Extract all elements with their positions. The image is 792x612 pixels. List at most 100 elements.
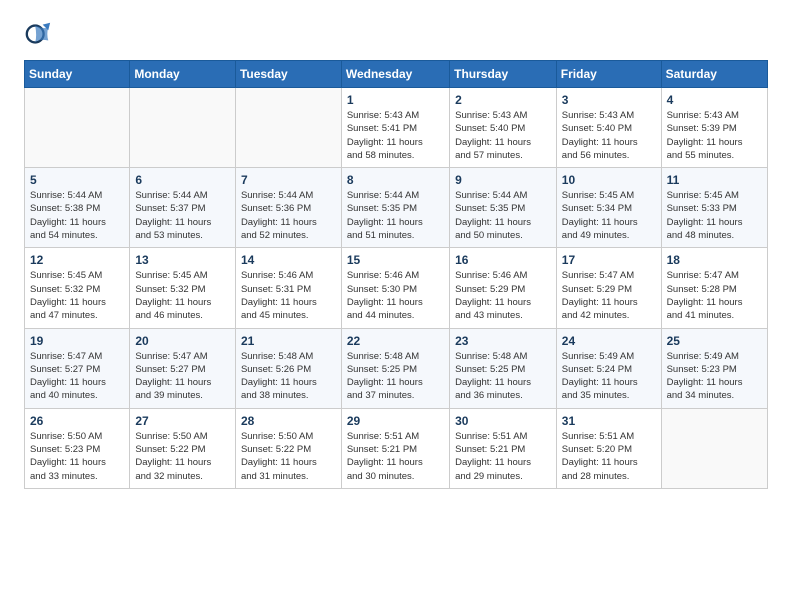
day-cell: 6 Sunrise: 5:44 AM Sunset: 5:37 PM Daylig… bbox=[130, 168, 236, 248]
day-cell: 13 Sunrise: 5:45 AM Sunset: 5:32 PM Dayli… bbox=[130, 248, 236, 328]
day-cell: 11Sunrise: 5:45 AM Sunset: 5:33 PM Dayli… bbox=[661, 168, 767, 248]
day-number: 22 bbox=[347, 334, 444, 348]
day-info: Sunrise: 5:48 AM Sunset: 5:25 PM Dayligh… bbox=[347, 350, 444, 403]
day-number: 8 bbox=[347, 173, 444, 187]
week-row-5: 26 Sunrise: 5:50 AM Sunset: 5:23 PM Dayli… bbox=[25, 408, 768, 488]
day-cell: 18 Sunrise: 5:47 AM Sunset: 5:28 PM Dayli… bbox=[661, 248, 767, 328]
day-info: Sunrise: 5:44 AM Sunset: 5:37 PM Dayligh… bbox=[135, 189, 230, 242]
day-cell: 2 Sunrise: 5:43 AM Sunset: 5:40 PM Daylig… bbox=[450, 88, 557, 168]
day-info: Sunrise: 5:50 AM Sunset: 5:23 PM Dayligh… bbox=[30, 430, 124, 483]
day-number: 2 bbox=[455, 93, 551, 107]
header-cell-tuesday: Tuesday bbox=[235, 61, 341, 88]
day-cell: 12 Sunrise: 5:45 AM Sunset: 5:32 PM Dayli… bbox=[25, 248, 130, 328]
header-cell-saturday: Saturday bbox=[661, 61, 767, 88]
day-number: 21 bbox=[241, 334, 336, 348]
day-number: 27 bbox=[135, 414, 230, 428]
day-cell: 7Sunrise: 5:44 AM Sunset: 5:36 PM Daylig… bbox=[235, 168, 341, 248]
header-row: SundayMondayTuesdayWednesdayThursdayFrid… bbox=[25, 61, 768, 88]
logo-icon bbox=[24, 20, 52, 48]
day-number: 20 bbox=[135, 334, 230, 348]
day-info: Sunrise: 5:50 AM Sunset: 5:22 PM Dayligh… bbox=[241, 430, 336, 483]
page: SundayMondayTuesdayWednesdayThursdayFrid… bbox=[0, 0, 792, 509]
day-info: Sunrise: 5:51 AM Sunset: 5:21 PM Dayligh… bbox=[455, 430, 551, 483]
day-info: Sunrise: 5:44 AM Sunset: 5:38 PM Dayligh… bbox=[30, 189, 124, 242]
day-info: Sunrise: 5:46 AM Sunset: 5:29 PM Dayligh… bbox=[455, 269, 551, 322]
day-number: 9 bbox=[455, 173, 551, 187]
day-number: 3 bbox=[562, 93, 656, 107]
day-info: Sunrise: 5:45 AM Sunset: 5:33 PM Dayligh… bbox=[667, 189, 762, 242]
day-number: 13 bbox=[135, 253, 230, 267]
day-number: 14 bbox=[241, 253, 336, 267]
day-number: 28 bbox=[241, 414, 336, 428]
day-info: Sunrise: 5:51 AM Sunset: 5:21 PM Dayligh… bbox=[347, 430, 444, 483]
day-cell bbox=[130, 88, 236, 168]
week-row-1: 1 Sunrise: 5:43 AM Sunset: 5:41 PM Daylig… bbox=[25, 88, 768, 168]
day-number: 18 bbox=[667, 253, 762, 267]
day-cell bbox=[235, 88, 341, 168]
day-info: Sunrise: 5:50 AM Sunset: 5:22 PM Dayligh… bbox=[135, 430, 230, 483]
day-cell: 31 Sunrise: 5:51 AM Sunset: 5:20 PM Dayli… bbox=[556, 408, 661, 488]
day-info: Sunrise: 5:47 AM Sunset: 5:28 PM Dayligh… bbox=[667, 269, 762, 322]
day-cell: 9 Sunrise: 5:44 AM Sunset: 5:35 PM Daylig… bbox=[450, 168, 557, 248]
day-cell: 23 Sunrise: 5:48 AM Sunset: 5:25 PM Dayli… bbox=[450, 328, 557, 408]
day-info: Sunrise: 5:43 AM Sunset: 5:40 PM Dayligh… bbox=[455, 109, 551, 162]
header-cell-friday: Friday bbox=[556, 61, 661, 88]
day-info: Sunrise: 5:45 AM Sunset: 5:32 PM Dayligh… bbox=[30, 269, 124, 322]
day-cell bbox=[25, 88, 130, 168]
day-info: Sunrise: 5:44 AM Sunset: 5:35 PM Dayligh… bbox=[455, 189, 551, 242]
day-info: Sunrise: 5:45 AM Sunset: 5:32 PM Dayligh… bbox=[135, 269, 230, 322]
day-cell: 30Sunrise: 5:51 AM Sunset: 5:21 PM Dayli… bbox=[450, 408, 557, 488]
day-cell: 26 Sunrise: 5:50 AM Sunset: 5:23 PM Dayli… bbox=[25, 408, 130, 488]
day-number: 31 bbox=[562, 414, 656, 428]
day-cell: 17Sunrise: 5:47 AM Sunset: 5:29 PM Dayli… bbox=[556, 248, 661, 328]
calendar-header: SundayMondayTuesdayWednesdayThursdayFrid… bbox=[25, 61, 768, 88]
day-cell: 22 Sunrise: 5:48 AM Sunset: 5:25 PM Dayli… bbox=[341, 328, 449, 408]
day-cell: 1 Sunrise: 5:43 AM Sunset: 5:41 PM Daylig… bbox=[341, 88, 449, 168]
day-number: 23 bbox=[455, 334, 551, 348]
day-info: Sunrise: 5:43 AM Sunset: 5:39 PM Dayligh… bbox=[667, 109, 762, 162]
day-cell: 5Sunrise: 5:44 AM Sunset: 5:38 PM Daylig… bbox=[25, 168, 130, 248]
logo bbox=[24, 20, 56, 48]
day-info: Sunrise: 5:49 AM Sunset: 5:23 PM Dayligh… bbox=[667, 350, 762, 403]
day-cell: 4Sunrise: 5:43 AM Sunset: 5:39 PM Daylig… bbox=[661, 88, 767, 168]
day-cell: 15Sunrise: 5:46 AM Sunset: 5:30 PM Dayli… bbox=[341, 248, 449, 328]
day-number: 17 bbox=[562, 253, 656, 267]
day-info: Sunrise: 5:47 AM Sunset: 5:27 PM Dayligh… bbox=[30, 350, 124, 403]
day-cell: 20Sunrise: 5:47 AM Sunset: 5:27 PM Dayli… bbox=[130, 328, 236, 408]
header bbox=[24, 20, 768, 48]
day-number: 15 bbox=[347, 253, 444, 267]
header-cell-monday: Monday bbox=[130, 61, 236, 88]
day-number: 25 bbox=[667, 334, 762, 348]
day-number: 26 bbox=[30, 414, 124, 428]
day-cell: 14Sunrise: 5:46 AM Sunset: 5:31 PM Dayli… bbox=[235, 248, 341, 328]
day-cell: 8 Sunrise: 5:44 AM Sunset: 5:35 PM Daylig… bbox=[341, 168, 449, 248]
header-cell-wednesday: Wednesday bbox=[341, 61, 449, 88]
day-info: Sunrise: 5:48 AM Sunset: 5:25 PM Dayligh… bbox=[455, 350, 551, 403]
day-cell: 24 Sunrise: 5:49 AM Sunset: 5:24 PM Dayli… bbox=[556, 328, 661, 408]
day-info: Sunrise: 5:43 AM Sunset: 5:41 PM Dayligh… bbox=[347, 109, 444, 162]
day-number: 12 bbox=[30, 253, 124, 267]
day-cell: 27 Sunrise: 5:50 AM Sunset: 5:22 PM Dayli… bbox=[130, 408, 236, 488]
week-row-4: 19 Sunrise: 5:47 AM Sunset: 5:27 PM Dayli… bbox=[25, 328, 768, 408]
day-cell: 10Sunrise: 5:45 AM Sunset: 5:34 PM Dayli… bbox=[556, 168, 661, 248]
day-cell: 3 Sunrise: 5:43 AM Sunset: 5:40 PM Daylig… bbox=[556, 88, 661, 168]
header-cell-thursday: Thursday bbox=[450, 61, 557, 88]
day-info: Sunrise: 5:44 AM Sunset: 5:35 PM Dayligh… bbox=[347, 189, 444, 242]
day-cell: 29 Sunrise: 5:51 AM Sunset: 5:21 PM Dayli… bbox=[341, 408, 449, 488]
day-cell: 16 Sunrise: 5:46 AM Sunset: 5:29 PM Dayli… bbox=[450, 248, 557, 328]
day-info: Sunrise: 5:43 AM Sunset: 5:40 PM Dayligh… bbox=[562, 109, 656, 162]
day-number: 16 bbox=[455, 253, 551, 267]
header-cell-sunday: Sunday bbox=[25, 61, 130, 88]
day-number: 19 bbox=[30, 334, 124, 348]
day-number: 6 bbox=[135, 173, 230, 187]
day-cell: 28 Sunrise: 5:50 AM Sunset: 5:22 PM Dayli… bbox=[235, 408, 341, 488]
day-number: 29 bbox=[347, 414, 444, 428]
day-number: 10 bbox=[562, 173, 656, 187]
day-number: 24 bbox=[562, 334, 656, 348]
day-cell: 25 Sunrise: 5:49 AM Sunset: 5:23 PM Dayli… bbox=[661, 328, 767, 408]
day-info: Sunrise: 5:49 AM Sunset: 5:24 PM Dayligh… bbox=[562, 350, 656, 403]
day-info: Sunrise: 5:51 AM Sunset: 5:20 PM Dayligh… bbox=[562, 430, 656, 483]
week-row-2: 5Sunrise: 5:44 AM Sunset: 5:38 PM Daylig… bbox=[25, 168, 768, 248]
day-number: 1 bbox=[347, 93, 444, 107]
calendar-body: 1 Sunrise: 5:43 AM Sunset: 5:41 PM Daylig… bbox=[25, 88, 768, 489]
